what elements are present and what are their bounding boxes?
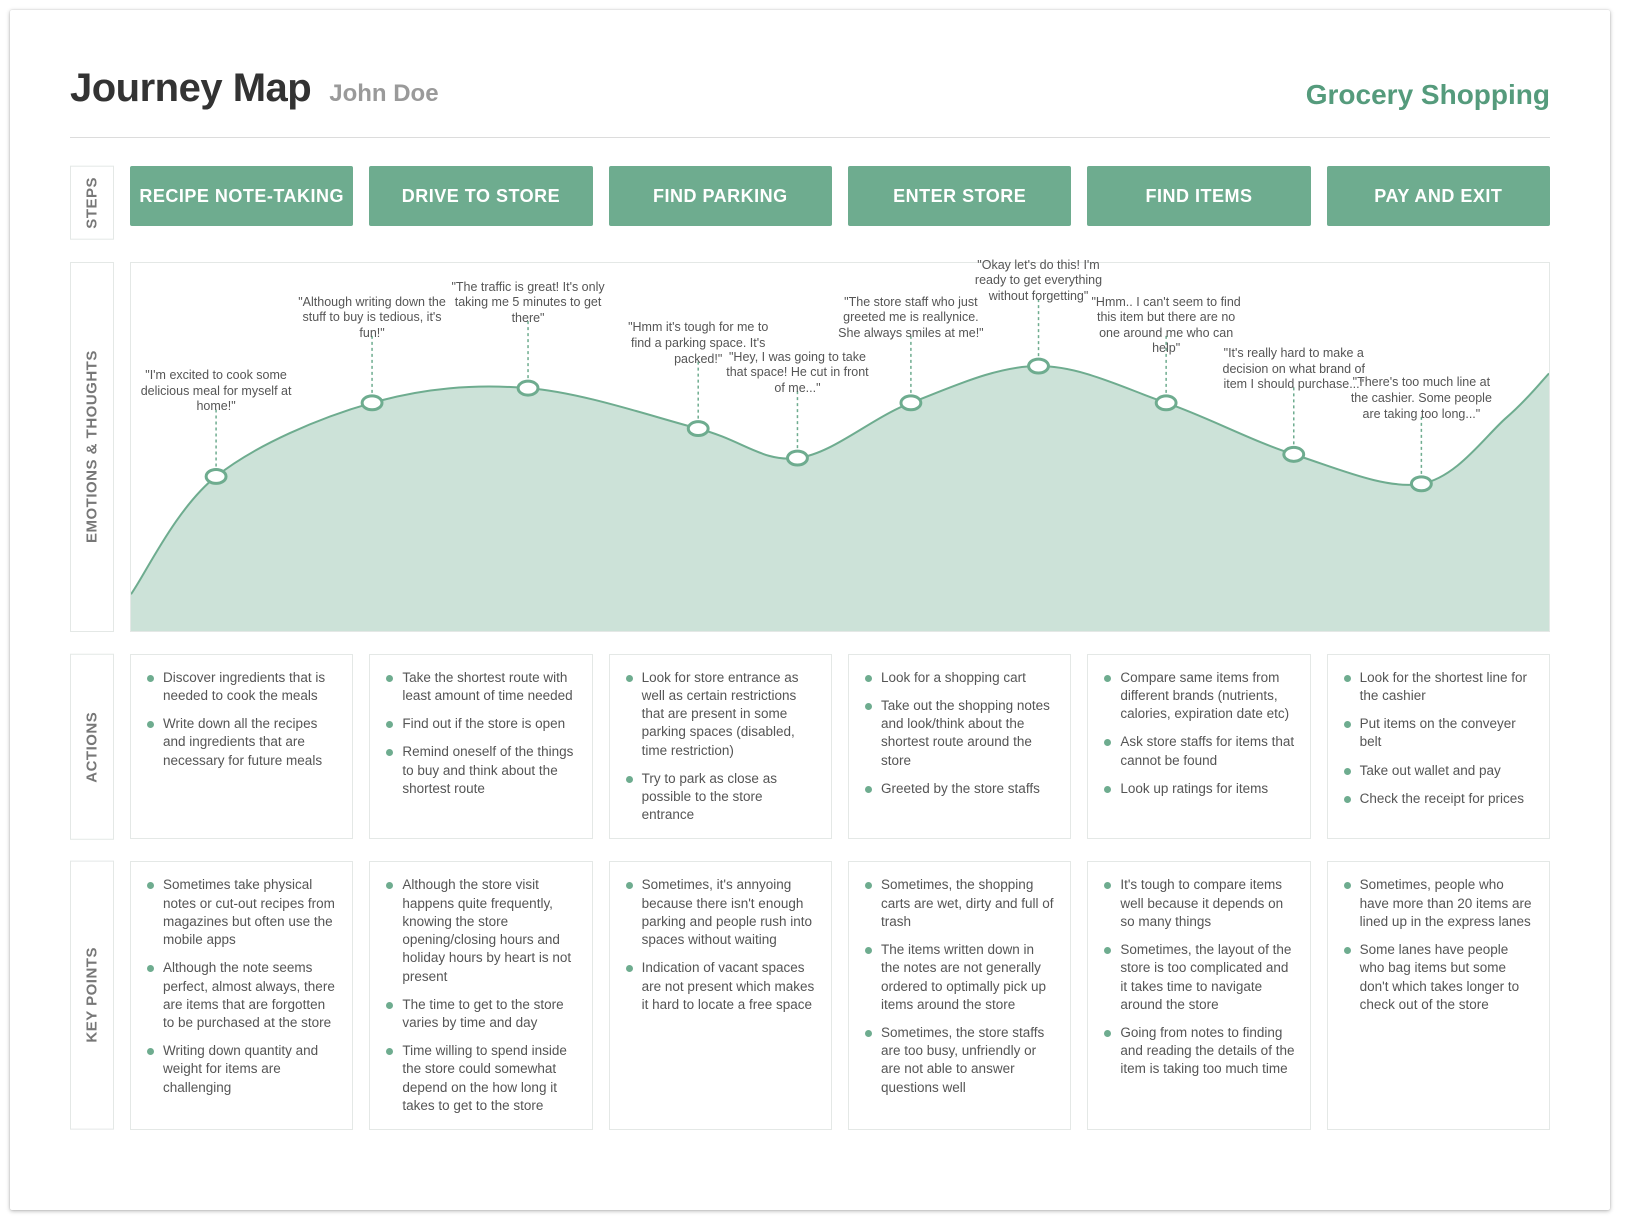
keypoints-item: Although the store visit happens quite f… — [386, 876, 577, 985]
emotion-point — [518, 381, 538, 395]
actions-cell: Look for the shortest line for the cashi… — [1327, 654, 1550, 840]
keypoints-item: Time willing to spend inside the store c… — [386, 1042, 577, 1115]
emotion-point — [688, 421, 708, 435]
emotions-chart: "I'm excited to cook some delicious meal… — [130, 262, 1550, 632]
row-label-keypoints: KEY POINTS — [70, 861, 114, 1130]
keypoints-cell: Sometimes, people who have more than 20 … — [1327, 861, 1550, 1130]
keypoints-cell: Sometimes take physical notes or cut-out… — [130, 861, 353, 1130]
keypoints-item: Going from notes to finding and reading … — [1104, 1024, 1295, 1079]
actions-item: Take the shortest route with least amoun… — [386, 669, 577, 705]
keypoints-item: Indication of vacant spaces are not pres… — [626, 959, 817, 1014]
step-pill: PAY AND EXIT — [1327, 166, 1550, 226]
emotions-row: EMOTIONS & THOUGHTS "I'm excited to cook… — [70, 262, 1550, 632]
actions-item: Check the receipt for prices — [1344, 790, 1535, 808]
actions-item: Take out the shopping notes and look/thi… — [865, 697, 1056, 770]
actions-item: Write down all the recipes and ingredien… — [147, 715, 338, 770]
actions-item: Put items on the conveyer belt — [1344, 715, 1535, 751]
actions-row: ACTIONS Discover ingredients that is nee… — [70, 654, 1550, 840]
step-pill: FIND ITEMS — [1087, 166, 1310, 226]
context-label: Grocery Shopping — [1306, 79, 1550, 111]
keypoints-item: Writing down quantity and weight for ite… — [147, 1042, 338, 1097]
emotion-point — [1029, 359, 1049, 373]
actions-cell: Look for store entrance as well as certa… — [609, 654, 832, 840]
actions-item: Look for a shopping cart — [865, 669, 1056, 687]
steps-row: STEPS RECIPE NOTE-TAKING DRIVE TO STORE FI… — [70, 166, 1550, 240]
actions-cell: Look for a shopping cart Take out the sho… — [848, 654, 1071, 840]
actions-item: Greeted by the store staffs — [865, 780, 1056, 798]
emotion-point — [1284, 447, 1304, 461]
keypoints-item: Sometimes, it's annyoing because there i… — [626, 876, 817, 949]
emotion-quote: "Although writing down the stuff to buy … — [295, 295, 450, 342]
row-label-emotions: EMOTIONS & THOUGHTS — [70, 262, 114, 632]
emotion-point — [1156, 396, 1176, 410]
actions-cell: Compare same items from different brands… — [1087, 654, 1310, 840]
row-label-steps: STEPS — [70, 166, 114, 240]
actions-item: Take out wallet and pay — [1344, 762, 1535, 780]
keypoints-item: Sometimes take physical notes or cut-out… — [147, 876, 338, 949]
keypoints-row: KEY POINTS Sometimes take physical notes… — [70, 861, 1550, 1130]
keypoints-item: The time to get to the store varies by t… — [386, 996, 577, 1032]
step-pill: FIND PARKING — [609, 166, 832, 226]
header-divider — [70, 137, 1550, 138]
actions-item: Try to park as close as possible to the … — [626, 770, 817, 825]
actions-item: Compare same items from different brands… — [1104, 669, 1295, 724]
keypoints-item: Sometimes, the shopping carts are wet, d… — [865, 876, 1056, 931]
actions-item: Look for the shortest line for the cashi… — [1344, 669, 1535, 705]
emotion-quote: "Hey, I was going to take that space! He… — [720, 350, 875, 397]
emotion-point — [1411, 477, 1431, 491]
keypoints-item: Sometimes, the store staffs are too busy… — [865, 1024, 1056, 1097]
row-label-actions: ACTIONS — [70, 654, 114, 840]
emotion-point — [901, 396, 921, 410]
actions-item: Find out if the store is open — [386, 715, 577, 733]
keypoints-item: Some lanes have people who bag items but… — [1344, 941, 1535, 1014]
actions-cell: Take the shortest route with least amoun… — [369, 654, 592, 840]
keypoints-cell: Sometimes, it's annyoing because there i… — [609, 861, 832, 1130]
keypoints-item: It's tough to compare items well because… — [1104, 876, 1295, 931]
actions-item: Look for store entrance as well as certa… — [626, 669, 817, 760]
step-pill: ENTER STORE — [848, 166, 1071, 226]
actions-cell: Discover ingredients that is needed to c… — [130, 654, 353, 840]
keypoints-item: Although the note seems perfect, almost … — [147, 959, 338, 1032]
emotion-point — [788, 451, 808, 465]
actions-item: Ask store staffs for items that cannot b… — [1104, 733, 1295, 769]
keypoints-item: Sometimes, people who have more than 20 … — [1344, 876, 1535, 931]
keypoints-cell: Although the store visit happens quite f… — [369, 861, 592, 1130]
page-title: Journey Map — [70, 66, 311, 111]
step-pill: RECIPE NOTE-TAKING — [130, 166, 353, 226]
emotion-quote: "I'm excited to cook some delicious meal… — [139, 368, 294, 415]
emotion-quote: "The traffic is great! It's only taking … — [451, 280, 606, 327]
actions-item: Discover ingredients that is needed to c… — [147, 669, 338, 705]
keypoints-cell: Sometimes, the shopping carts are wet, d… — [848, 861, 1071, 1130]
emotions-area — [131, 366, 1549, 631]
keypoints-item: The items written down in the notes are … — [865, 941, 1056, 1014]
emotion-quote: "There's too much line at the cashier. S… — [1344, 375, 1499, 422]
actions-item: Look up ratings for items — [1104, 780, 1295, 798]
step-pill: DRIVE TO STORE — [369, 166, 592, 226]
emotion-point — [206, 469, 226, 483]
persona-name: John Doe — [329, 80, 438, 108]
emotion-point — [362, 396, 382, 410]
keypoints-item: Sometimes, the layout of the store is to… — [1104, 941, 1295, 1014]
actions-item: Remind oneself of the things to buy and … — [386, 743, 577, 798]
keypoints-cell: It's tough to compare items well because… — [1087, 861, 1310, 1130]
